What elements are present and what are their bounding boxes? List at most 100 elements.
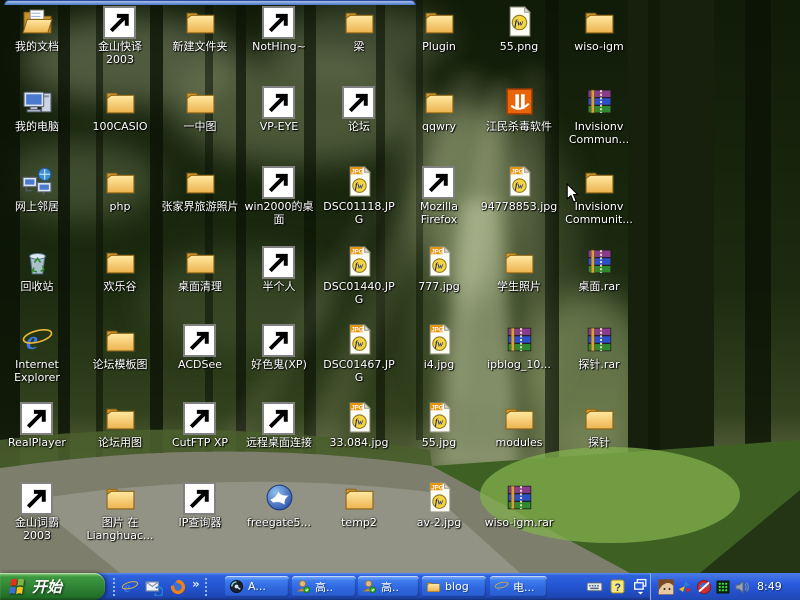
desktop-icon-label: 论坛 — [348, 120, 370, 133]
desktop-icon[interactable]: CutFTP XP — [161, 401, 239, 449]
desktop-icon[interactable]: Internet Explorer — [0, 323, 76, 384]
desktop-icon[interactable]: 论坛 — [320, 85, 398, 133]
desktop-icon[interactable]: 94778853.jpg — [480, 165, 558, 213]
desktop-icon[interactable]: 好色鬼(XP) — [240, 323, 318, 371]
folder-icon — [583, 165, 616, 198]
taskbar-task-button[interactable]: 高.. — [358, 576, 419, 597]
language-bar-help-icon[interactable] — [609, 578, 626, 595]
desktop-icon[interactable]: 33.084.jpg — [320, 401, 398, 449]
quick-launch-internet-explorer-icon[interactable] — [121, 578, 139, 596]
ie-icon — [21, 323, 54, 356]
desktop-icon[interactable]: 新建文件夹 — [161, 5, 239, 53]
desktop-icon[interactable]: 梁 — [320, 5, 398, 53]
desktop-icon[interactable]: DSC01118.JPG — [320, 165, 398, 226]
desktop-icon[interactable]: DSC01440.JPG — [320, 245, 398, 306]
quick-launch: » — [110, 573, 210, 600]
rar-icon — [583, 85, 616, 118]
jpg-icon — [343, 323, 376, 356]
desktop-icon[interactable]: php — [81, 165, 159, 213]
shortcut-arrow-icon — [183, 324, 216, 357]
desktop-icon[interactable]: wiso-igm — [560, 5, 638, 53]
quick-launch-firefox-icon[interactable] — [169, 578, 187, 596]
desktop-icon[interactable]: temp2 — [320, 481, 398, 529]
network-icon — [21, 165, 54, 198]
desktop-icon[interactable]: 学生照片 — [480, 245, 558, 293]
tray-input-method-icon[interactable] — [677, 579, 693, 595]
desktop-icon[interactable]: 金山快译 2003 — [81, 5, 159, 66]
desktop-icon-label: 欢乐谷 — [104, 280, 137, 293]
desktop-icon[interactable]: i4.jpg — [400, 323, 478, 371]
desktop-icon[interactable]: 江民杀毒软件 — [480, 85, 558, 133]
taskbar-task-button[interactable]: 高.. — [292, 576, 356, 597]
taskbar-task-button[interactable]: A... — [225, 576, 289, 597]
desktop-icon[interactable]: ACDSee — [161, 323, 239, 371]
desktop-icon[interactable]: 我的电脑 — [0, 85, 76, 133]
desktop-icon[interactable]: 我的文档 — [0, 5, 76, 53]
desktop-icon[interactable]: 论坛用图 — [81, 401, 159, 449]
desktop-icon[interactable]: av-2.jpg — [400, 481, 478, 529]
tray-antivirus-mute-icon[interactable] — [696, 579, 712, 595]
desktop-icon[interactable]: 网上邻居 — [0, 165, 76, 213]
desktop-icon[interactable]: RealPlayer — [0, 401, 76, 449]
start-button[interactable]: 开始 — [0, 573, 105, 600]
desktop-icon[interactable]: 远程桌面连接 — [240, 401, 318, 449]
desktop-icon[interactable]: ipblog_10... — [480, 323, 558, 371]
desktop-icon[interactable]: 桌面.rar — [560, 245, 638, 293]
taskbar-clock[interactable]: 8:49 — [757, 580, 782, 593]
tray-qq-avatar-icon[interactable] — [658, 579, 674, 595]
taskbar-task-button[interactable]: blog — [422, 576, 486, 597]
desktop-icon[interactable]: modules — [480, 401, 558, 449]
desktop-icon[interactable]: 777.jpg — [400, 245, 478, 293]
desktop-icon[interactable]: 金山词霸 2003 — [0, 481, 76, 542]
language-bar-keyboard-icon[interactable] — [586, 578, 603, 595]
desktop-icon-label: NotHing~ — [252, 40, 306, 53]
desktop-icon[interactable]: Invisionv Commun... — [560, 85, 638, 146]
desktop-icon[interactable]: DSC01467.JPG — [320, 323, 398, 384]
desktop-icon[interactable]: freegate5... — [240, 481, 318, 529]
desktop-icon[interactable]: qqwry — [400, 85, 478, 133]
desktop-icon[interactable]: Invisionv Communit... — [560, 165, 638, 226]
folder-icon — [104, 401, 137, 434]
toolbar-drag-handle[interactable] — [113, 578, 115, 596]
desktop-icon[interactable]: 100CASIO — [81, 85, 159, 133]
desktop-icon[interactable]: 回收站 — [0, 245, 76, 293]
desktop-icon[interactable]: 半个人 — [240, 245, 318, 293]
quick-launch-overflow-chevron[interactable]: » — [192, 577, 200, 591]
task-button-label: blog — [445, 580, 469, 593]
desktop-icon-label: IP查询器 — [179, 516, 222, 529]
desktop-icon[interactable]: NotHing~ — [240, 5, 318, 53]
desktop-icon[interactable]: 探针 — [560, 401, 638, 449]
desktop-icon-label: DSC01440.JPG — [320, 280, 398, 306]
toolbar-drag-handle[interactable] — [205, 578, 207, 596]
desktop-icon-label: 学生照片 — [497, 280, 541, 293]
desktop-icon[interactable]: 55.png — [480, 5, 558, 53]
desktop-icon-label: 探针 — [588, 436, 610, 449]
desktop-icon[interactable]: wiso-igm.rar — [480, 481, 558, 529]
desktop-icon[interactable]: Mozilla Firefox — [400, 165, 478, 226]
vp-eye-icon — [263, 85, 296, 118]
desktop-icon[interactable]: 55.jpg — [400, 401, 478, 449]
desktop-icon[interactable]: 桌面清理 — [161, 245, 239, 293]
quick-launch-outlook-express-icon[interactable] — [145, 578, 163, 596]
desktop-icon[interactable]: IP查询器 — [161, 481, 239, 529]
task-button-label: 高.. — [381, 579, 399, 595]
windows-flag-icon — [7, 577, 27, 597]
desktop-icon-label: 桌面清理 — [178, 280, 222, 293]
shortcut-arrow-icon — [262, 166, 295, 199]
rar-icon — [583, 245, 616, 278]
desktop-icon[interactable]: 图片 在 Lianghuac... — [81, 481, 159, 542]
desktop-icon[interactable]: 探针.rar — [560, 323, 638, 371]
kv-av-icon — [503, 85, 536, 118]
desktop-icon[interactable]: 张家界旅游照片 — [161, 165, 239, 213]
tray-volume-icon[interactable] — [734, 579, 750, 595]
desktop-icon[interactable]: win2000的桌面 — [240, 165, 318, 226]
taskbar-task-button[interactable]: 电... — [490, 576, 547, 597]
desktop-icon[interactable]: VP-EYE — [240, 85, 318, 133]
desktop-icon[interactable]: Plugin — [400, 5, 478, 53]
desktop-icon[interactable]: 欢乐谷 — [81, 245, 159, 293]
desktop-icon[interactable]: 一中图 — [161, 85, 239, 133]
desktop[interactable]: 我的文档金山快译 2003新建文件夹NotHing~梁Plugin55.pngw… — [0, 0, 800, 573]
tray-network-activity-icon[interactable] — [715, 579, 731, 595]
language-bar-language-options-icon[interactable] — [632, 578, 649, 595]
desktop-icon[interactable]: 论坛模板图 — [81, 323, 159, 371]
